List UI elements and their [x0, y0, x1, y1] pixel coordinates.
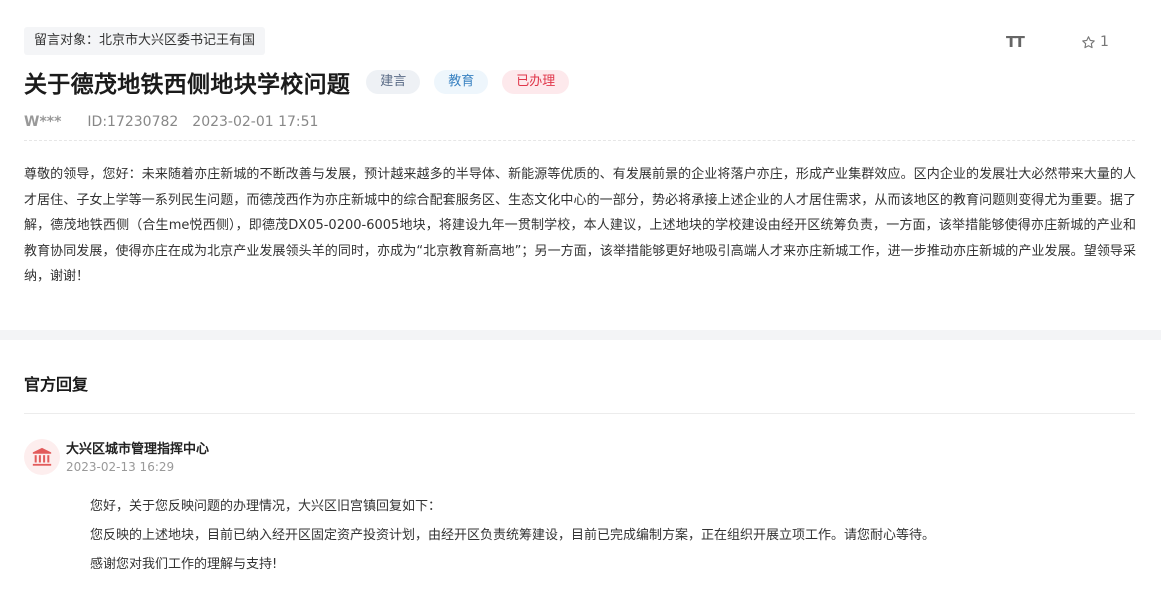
meta-divider — [24, 140, 1135, 141]
message-body: 尊敬的领导，您好：未来随着亦庄新城的不断改善与发展，预计越来越多的半导体、新能源… — [24, 167, 1136, 284]
government-building-icon — [32, 447, 52, 466]
star-outline-icon — [1082, 35, 1095, 48]
reply-line: 感谢您对我们工作的理解与支持! — [90, 557, 278, 572]
org-avatar — [24, 439, 60, 475]
reply-body: 您好，关于您反映问题的办理情况，大兴区旧宫镇回复如下： 您反映的上述地块，目前已… — [90, 492, 1130, 579]
org-name: 大兴区城市管理指挥中心 — [66, 442, 210, 457]
tag-suggestion: 建言 — [366, 70, 421, 94]
status-badge: 已办理 — [502, 70, 570, 94]
message-meta: W*** ID:17230782 2023-02-01 17:51 — [24, 112, 318, 132]
favorite-count: 1 — [1100, 34, 1109, 50]
page-title: 关于德茂地铁西侧地块学校问题 — [24, 72, 351, 98]
text-size-icon[interactable]: TT — [1006, 32, 1028, 52]
message-id: ID:17230782 — [87, 114, 179, 130]
favorite-button[interactable]: 1 — [1081, 32, 1109, 52]
reply-datetime: 2023-02-13 16:29 — [66, 460, 175, 474]
tag-education: 教育 — [434, 70, 489, 94]
reply-line: 您反映的上述地块，目前已纳入经开区固定资产投资计划，由经开区负责统筹建设，目前已… — [90, 528, 936, 543]
section-separator — [0, 330, 1161, 340]
author-name: W*** — [24, 114, 62, 130]
title-row: 关于德茂地铁西侧地块学校问题 建言 教育 已办理 — [24, 66, 570, 98]
message-card: 留言对象：北京市大兴区委书记王有国 TT 1 关于德茂地铁西侧地块学校问题 建言… — [0, 0, 1161, 330]
reply-divider — [24, 413, 1135, 414]
message-datetime: 2023-02-01 17:51 — [192, 114, 319, 130]
official-reply-card: 官方回复 大兴区城市管理指挥中心 2023-02-13 16:29 您好，关于您… — [0, 340, 1161, 607]
recipient-label: 留言对象：北京市大兴区委书记王有国 — [24, 27, 266, 55]
reply-line: 您好，关于您反映问题的办理情况，大兴区旧宫镇回复如下： — [90, 499, 442, 514]
reply-heading: 官方回复 — [24, 375, 89, 394]
